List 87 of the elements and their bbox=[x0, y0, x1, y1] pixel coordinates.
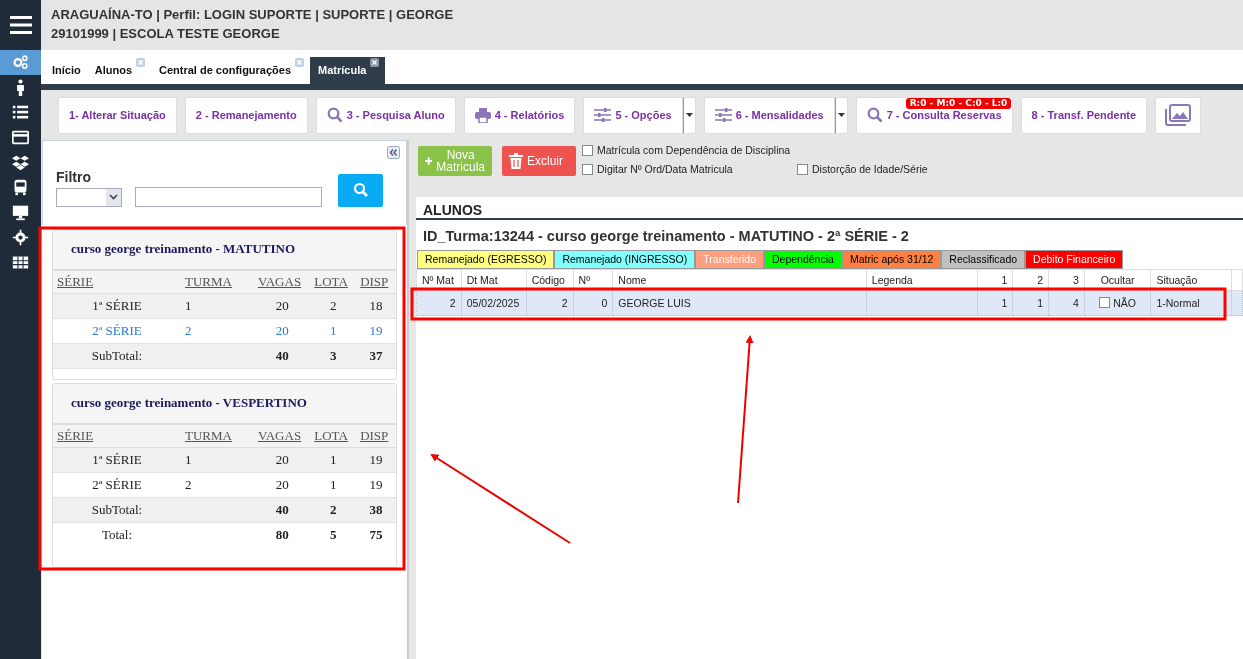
toolbar-button[interactable]: 1- Alterar Situação bbox=[58, 96, 177, 134]
table-cell: 2 bbox=[181, 318, 254, 344]
toolbar-button[interactable]: 8 - Transf. Pendente bbox=[1020, 96, 1148, 134]
checkbox-label: Digitar Nº Ord/Data Matricula bbox=[597, 163, 733, 175]
column-header[interactable]: SÉRIE bbox=[53, 425, 181, 448]
toolbar-button[interactable]: 2 - Remanejamento bbox=[184, 96, 308, 134]
panel-title: ALUNOS bbox=[416, 197, 1243, 220]
tab[interactable]: Matrícula bbox=[310, 57, 386, 84]
table-cell: 2 bbox=[181, 472, 254, 498]
class-heading: ID_Turma:13244 - curso george treinamento - MATUTINO - 2ª SÉRIE - 2 bbox=[422, 227, 910, 246]
header-text: 29101999 | ESCOLA TESTE GEORGE bbox=[51, 25, 281, 43]
table-cell: 2 bbox=[310, 497, 357, 523]
column-header[interactable]: Nome bbox=[612, 269, 867, 291]
table-cell: 1ª SÉRIE bbox=[53, 293, 181, 319]
table-cell: 19 bbox=[356, 472, 396, 498]
table-cell: 4 bbox=[1072, 297, 1079, 309]
course-title: curso george treinamento - VESPERTINO bbox=[53, 384, 396, 425]
table-cell: 1 bbox=[1037, 297, 1044, 309]
legend-tag: Remanejado (EGRESSO) bbox=[417, 250, 555, 269]
column-header[interactable]: VAGAS bbox=[254, 425, 311, 448]
table-cell: Total: bbox=[53, 522, 181, 547]
course-title: curso george treinamento - MATUTINO bbox=[53, 230, 396, 271]
column-header[interactable]: VAGAS bbox=[254, 271, 311, 294]
legend-tag: Dependência bbox=[764, 250, 842, 269]
table-cell: 1ª SÉRIE bbox=[53, 447, 181, 473]
table-cell: 2 bbox=[310, 293, 357, 319]
table-cell: SubTotal: bbox=[53, 497, 181, 523]
table-row[interactable]: 2 05/02/2025 2 0 GEORGE LUIS 1 1 4 NÃO 1-Normal bbox=[416, 290, 1243, 316]
table-cell: 0 bbox=[601, 297, 608, 309]
table-cell: 19 bbox=[356, 447, 396, 473]
column-header[interactable]: TURMA bbox=[181, 271, 254, 294]
table-row[interactable]: 1ª SÉRIE 1 20 1 19 bbox=[53, 447, 396, 473]
table-row[interactable]: 1ª SÉRIE 1 20 2 18 bbox=[53, 293, 396, 319]
toolbar-button[interactable]: 4 - Relatórios bbox=[463, 96, 576, 134]
checkbox-label: Distorção de Idade/Série bbox=[812, 163, 928, 175]
legend-tag: Remanejado (INGRESSO) bbox=[554, 250, 696, 269]
column-header[interactable]: LOTA bbox=[310, 271, 357, 294]
table-cell: 3 bbox=[310, 343, 357, 369]
table-cell: 20 bbox=[254, 447, 311, 473]
tab[interactable]: Central de configurações bbox=[151, 57, 311, 84]
legend-tag: Transferido bbox=[695, 250, 764, 269]
table-cell: 1 bbox=[181, 447, 254, 473]
column-header[interactable]: Nº Mat bbox=[416, 269, 462, 291]
table-cell: 75 bbox=[356, 522, 396, 547]
tab[interactable]: Início bbox=[44, 57, 87, 84]
table-cell: 1 bbox=[310, 447, 357, 473]
column-header[interactable]: LOTA bbox=[310, 425, 357, 448]
table-cell: 1-Normal bbox=[1156, 297, 1200, 309]
table-cell: 37 bbox=[356, 343, 396, 369]
table-cell: 1 bbox=[1001, 297, 1008, 309]
table-cell: 1 bbox=[181, 293, 254, 319]
toolbar-button[interactable]: 6 - Mensalidades bbox=[703, 96, 835, 134]
toolbar-button[interactable]: 5 - Opções bbox=[583, 96, 683, 134]
column-header[interactable]: SÉRIE bbox=[53, 271, 181, 294]
table-cell: 20 bbox=[254, 293, 311, 319]
table-cell: 20 bbox=[254, 318, 311, 344]
table-cell: 2ª SÉRIE bbox=[53, 472, 181, 498]
table-cell: 18 bbox=[356, 293, 396, 319]
table-cell: 2 bbox=[561, 297, 568, 309]
table-cell: 1 bbox=[310, 472, 357, 498]
column-header[interactable]: DISP bbox=[356, 271, 396, 294]
table-cell: 2ª SÉRIE bbox=[53, 318, 181, 344]
column-header[interactable]: DISP bbox=[356, 425, 396, 448]
toolbar-button[interactable]: R:0 - M:0 - C:0 - L:0 7 - Consulta Reservas bbox=[855, 96, 1013, 134]
legend-tag: Matric após 31/12 bbox=[841, 250, 942, 269]
header-text: ARAGUAÍNA-TO | Perfil: LOGIN SUPORTE | SUPORTE | GEORGE bbox=[51, 6, 455, 24]
column-header[interactable]: TURMA bbox=[181, 425, 254, 448]
table-cell: NÃO bbox=[1113, 297, 1136, 309]
legend-tag: Debito Financeiro bbox=[1025, 250, 1124, 269]
checkbox-label: Matrícula com Dependência de Disciplina bbox=[597, 144, 791, 156]
legend-tag: Reclassificado bbox=[941, 250, 1026, 269]
table-cell: SubTotal: bbox=[53, 343, 181, 369]
table-cell: 05/02/2025 bbox=[466, 297, 520, 309]
table-cell: 19 bbox=[356, 318, 396, 344]
filter-label: Filtro bbox=[56, 169, 92, 185]
count-badge: R:0 - M:0 - C:0 - L:0 bbox=[905, 97, 1012, 109]
table-cell: 5 bbox=[310, 522, 357, 547]
table-cell: 40 bbox=[254, 497, 311, 523]
table-cell: 20 bbox=[254, 472, 311, 498]
table-cell: 2 bbox=[449, 297, 456, 309]
table-cell: GEORGE LUIS bbox=[618, 297, 691, 309]
tab[interactable]: Alunos bbox=[86, 57, 151, 84]
table-cell: 40 bbox=[254, 343, 311, 369]
table-cell: 38 bbox=[356, 497, 396, 523]
toolbar-button[interactable]: 3 - Pesquisa Aluno bbox=[315, 96, 456, 134]
table-cell: 1 bbox=[310, 318, 357, 344]
table-cell: 80 bbox=[254, 522, 311, 547]
